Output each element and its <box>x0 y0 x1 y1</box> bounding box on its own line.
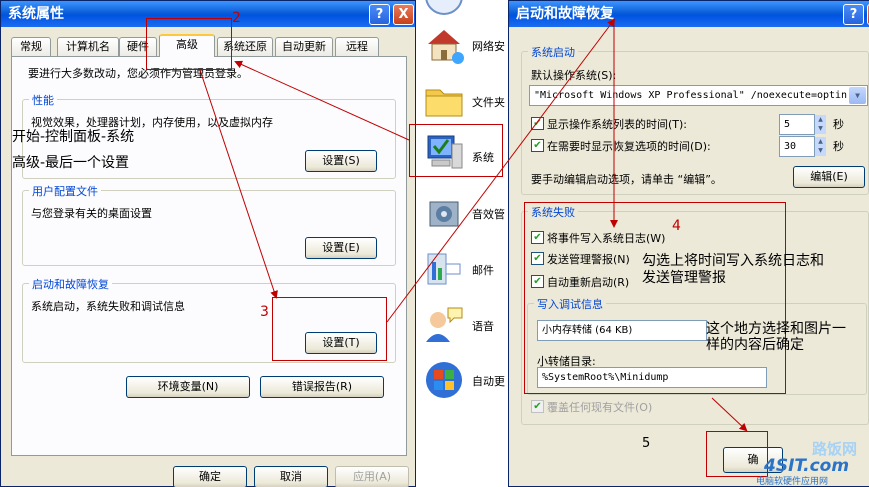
startup-recovery-title: 启动和故障恢复 <box>516 6 614 22</box>
startup-recovery-group-title: 启动和故障恢复 <box>29 276 112 292</box>
annotation-box-ok <box>706 431 768 477</box>
show-recovery-seconds[interactable]: 30 <box>779 136 815 157</box>
watermark-cn: 电脑软硬件应用网 <box>756 477 829 487</box>
annotation-number-5: 5 <box>642 436 651 451</box>
user-profiles-group-title: 用户配置文件 <box>29 183 101 199</box>
error-reporting-button[interactable]: 错误报告(R) <box>260 376 384 398</box>
close-button[interactable]: X <box>393 4 414 25</box>
seconds-label-2: 秒 <box>833 140 844 153</box>
annotation-box-failure <box>524 202 786 394</box>
cancel-button[interactable]: 取消 <box>254 466 328 487</box>
startup-recovery-desc: 系统启动，系统失败和调试信息 <box>31 300 185 313</box>
advanced-tab-panel: 要进行大多数改动，您必须作为管理员登录。 性能 视觉效果，处理器计划，内存使用，… <box>11 56 407 456</box>
system-startup-title: 系统启动 <box>528 44 578 60</box>
overwrite-label: 覆盖任何现有文件(O) <box>547 401 653 414</box>
overwrite-checkbox[interactable]: ✔ <box>531 400 544 413</box>
performance-settings-button[interactable]: 设置(S) <box>305 150 377 172</box>
tab-general[interactable]: 常规 <box>11 37 51 56</box>
annotation-box-settings <box>272 297 387 361</box>
annotation-step-advanced: 高级-最后一个设置 <box>12 155 130 171</box>
annotation-number-3: 3 <box>260 304 269 320</box>
show-recovery-value: 30 <box>784 141 797 152</box>
default-os-label: 默认操作系统(S): <box>531 69 617 82</box>
show-os-list-spinner[interactable]: ▲ ▼ <box>815 115 826 134</box>
default-os-select[interactable]: "Microsoft Windows XP Professional" /noe… <box>529 85 868 106</box>
cp-label-updates: 自动更 <box>472 375 505 388</box>
chevron-down-icon[interactable]: ▼ <box>849 87 866 104</box>
cp-label-folder: 文件夹 <box>472 96 505 109</box>
show-recovery-checkbox[interactable]: ✔ <box>531 139 544 152</box>
user-profiles-settings-button[interactable]: 设置(E) <box>305 237 377 259</box>
tab-computer-name[interactable]: 计算机名 <box>57 37 119 56</box>
update-icon <box>426 362 462 398</box>
performance-group-title: 性能 <box>29 92 57 108</box>
show-recovery-label: 在需要时显示恢复选项的时间(D): <box>547 140 711 153</box>
annotation-note-debug-line2: 样的内容后确定 <box>706 337 804 353</box>
speech-icon <box>426 307 463 342</box>
partial-icon <box>425 0 463 15</box>
cp-label-mail: 邮件 <box>472 264 494 277</box>
system-properties-title: 系统属性 <box>8 6 64 22</box>
show-os-list-label: 显示操作系统列表的时间(T): <box>547 118 688 131</box>
environment-variables-button[interactable]: 环境变量(N) <box>126 376 250 398</box>
seconds-label-1: 秒 <box>833 118 844 131</box>
network-icon <box>428 30 464 64</box>
default-os-value: "Microsoft Windows XP Professional" /noe… <box>534 90 848 101</box>
system-properties-window: 系统属性 ? X 常规 计算机名 硬件 高级 系统还原 自动更新 远程 要进行大… <box>0 0 416 487</box>
tab-automatic-updates[interactable]: 自动更新 <box>275 37 333 56</box>
sound-icon <box>429 201 459 227</box>
cp-label-sound: 音效管 <box>472 208 505 221</box>
user-profiles-desc: 与您登录有关的桌面设置 <box>31 207 152 220</box>
show-os-list-value: 5 <box>784 119 791 130</box>
show-recovery-spinner[interactable]: ▲ ▼ <box>815 137 826 156</box>
annotation-box-system-icon <box>409 124 503 177</box>
startup-recovery-titlebar: 启动和故障恢复 <box>509 1 869 27</box>
cp-label-speech: 语音 <box>472 320 494 333</box>
annotation-note-failure-line2: 发送管理警报 <box>642 270 726 286</box>
watermark-logo: 4SIT.com <box>764 456 850 476</box>
cp-label-network: 网络安 <box>472 40 505 53</box>
edit-hint: 要手动编辑启动选项，请单击 “编辑”。 <box>531 173 722 186</box>
edit-button[interactable]: 编辑(E) <box>793 166 865 188</box>
tab-remote[interactable]: 远程 <box>335 37 379 56</box>
ok-button[interactable]: 确定 <box>173 466 247 487</box>
user-profiles-group: 用户配置文件 与您登录有关的桌面设置 设置(E) <box>22 183 396 266</box>
help-button-right[interactable]: ? <box>843 4 864 25</box>
tab-advanced[interactable]: 高级 <box>159 34 215 57</box>
control-panel-strip: 网络安 文件夹 系统 音效管 邮件 语音 自动更 <box>416 0 508 487</box>
apply-button[interactable]: 应用(A) <box>335 466 409 487</box>
help-button[interactable]: ? <box>369 4 390 25</box>
folder-icon <box>425 89 463 117</box>
annotation-number-2: 2 <box>232 10 241 26</box>
annotation-step-path: 开始-控制面板-系统 <box>12 129 135 145</box>
show-os-list-checkbox[interactable]: ✔ <box>531 117 544 130</box>
mail-icon <box>427 253 461 285</box>
show-os-list-seconds[interactable]: 5 <box>779 114 815 135</box>
annotation-number-4: 4 <box>672 218 681 234</box>
